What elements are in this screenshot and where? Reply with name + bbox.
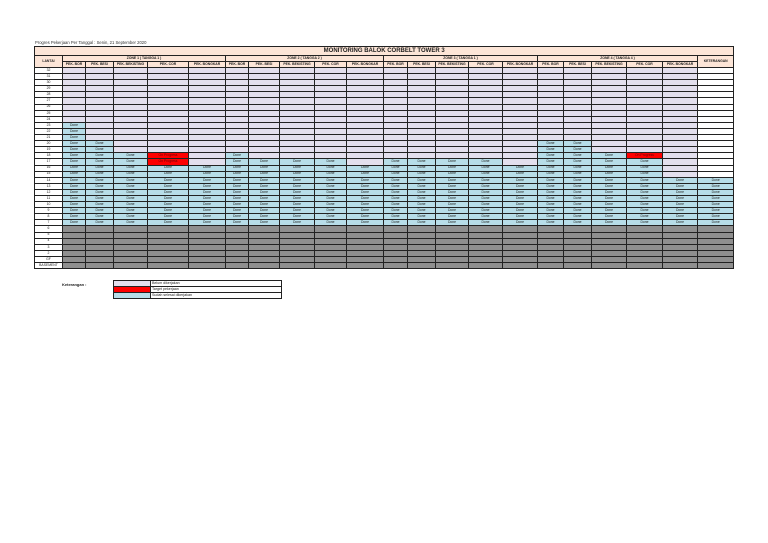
status-cell[interactable] [563,261,592,270]
status-cell[interactable] [188,261,226,270]
legend-swatch [113,292,151,299]
status-cell[interactable] [279,261,315,270]
status-cell[interactable] [537,261,564,270]
lantai-header: LANTAI [34,55,63,68]
status-cell[interactable] [468,261,503,270]
status-cell[interactable] [435,261,469,270]
status-cell[interactable] [314,261,347,270]
status-cell[interactable] [626,261,663,270]
floor-label: BASEMENT [34,261,63,270]
status-cell[interactable] [225,261,249,270]
status-cell[interactable] [85,261,114,270]
keterangan-cell[interactable] [696,261,735,270]
legend-table: Belum dikerjakan Target pekerjaan Sudah se… [113,280,282,299]
legend-text: Sudah selesai dikerjakan [150,292,282,299]
table-row: BASEMENT [34,261,735,270]
status-cell[interactable] [147,261,189,270]
status-cell[interactable] [662,261,698,270]
status-cell[interactable] [383,261,408,270]
status-cell[interactable] [248,261,280,270]
sheet-title: MONITORING BALOK CORBELT TOWER 3 [33,46,735,56]
status-cell[interactable] [346,261,384,270]
keterangan-header: KETERANGAN [696,55,735,68]
status-cell[interactable] [502,261,538,270]
status-cell[interactable] [62,261,86,270]
legend-item: Sudah selesai dikerjakan [113,292,282,299]
status-cell[interactable] [591,261,627,270]
legend-label: Keterangan : [62,282,87,287]
monitoring-table: MONITORING BALOK CORBELT TOWER 3 LANTAI ZO… [33,46,735,270]
report-date-subtitle: Progres Pekerjaan Per Tanggal : Senin, 2… [35,40,147,45]
status-cell[interactable] [407,261,436,270]
status-cell[interactable] [113,261,148,270]
